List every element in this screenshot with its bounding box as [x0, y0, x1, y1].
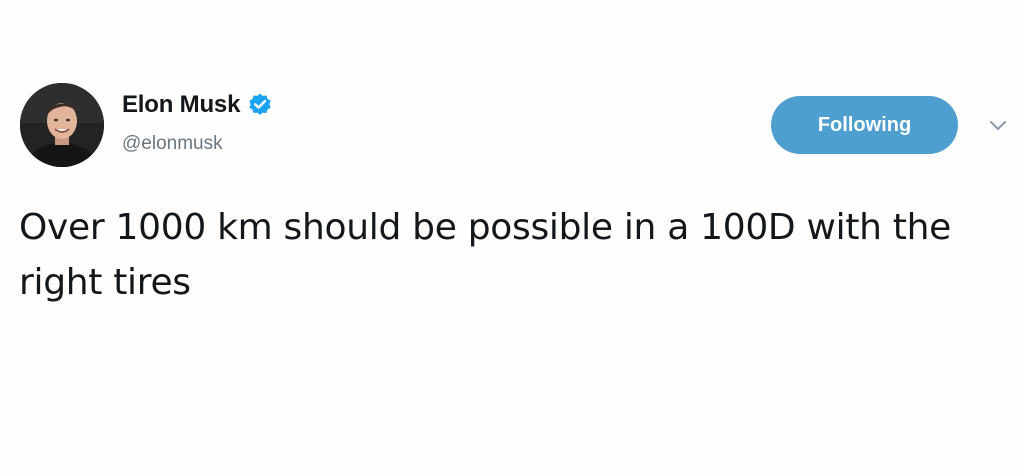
- tweet-text: Over 1000 km should be possible in a 100…: [19, 207, 951, 303]
- avatar-image: [20, 83, 104, 167]
- display-name[interactable]: Elon Musk: [122, 91, 240, 119]
- name-row: Elon Musk: [122, 90, 273, 120]
- tweet-card: Elon Musk @elonmusk Following Over 1000 …: [0, 0, 1024, 476]
- user-handle[interactable]: @elonmusk: [122, 133, 223, 155]
- chevron-down-icon[interactable]: [987, 118, 1009, 134]
- avatar[interactable]: [20, 83, 104, 167]
- following-button[interactable]: Following: [771, 96, 958, 154]
- verified-badge-icon: [249, 93, 271, 115]
